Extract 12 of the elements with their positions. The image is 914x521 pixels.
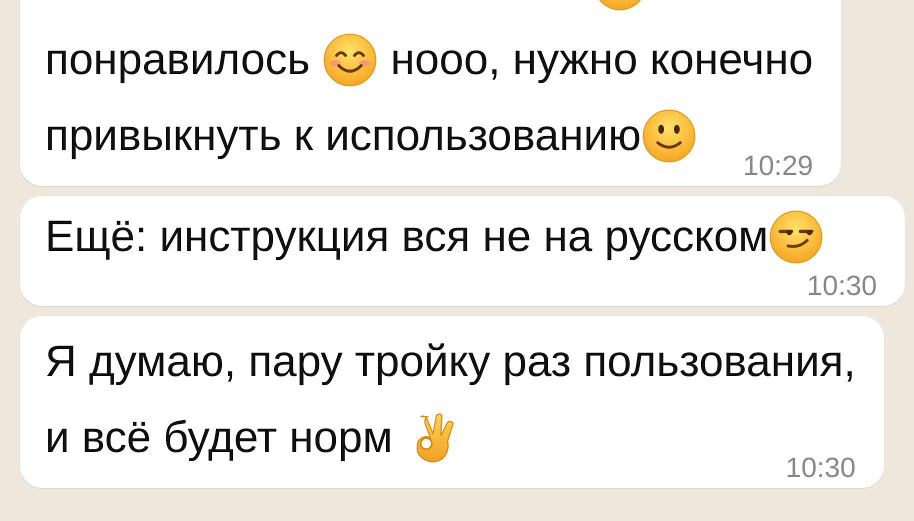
message-time: 10:30 — [784, 452, 856, 484]
message-time: 10:30 — [806, 270, 877, 302]
message-time: 10:29 — [742, 150, 814, 182]
message-text: нооо, нужно конечно — [390, 34, 814, 86]
message-text: Ещё: инструкция вся не на русском — [45, 211, 768, 263]
smiling-eyes-emoji-icon — [322, 32, 378, 88]
message-text: Я думаю, пару тройку раз пользования, — [45, 336, 856, 388]
slight-smile-emoji-icon — [641, 108, 698, 164]
smirk-emoji-icon — [768, 209, 824, 265]
message-text: понравилось — [45, 34, 312, 86]
message-text: и всё будет норм — [45, 412, 394, 464]
message-text: привыкнуть к использованию — [45, 110, 642, 162]
